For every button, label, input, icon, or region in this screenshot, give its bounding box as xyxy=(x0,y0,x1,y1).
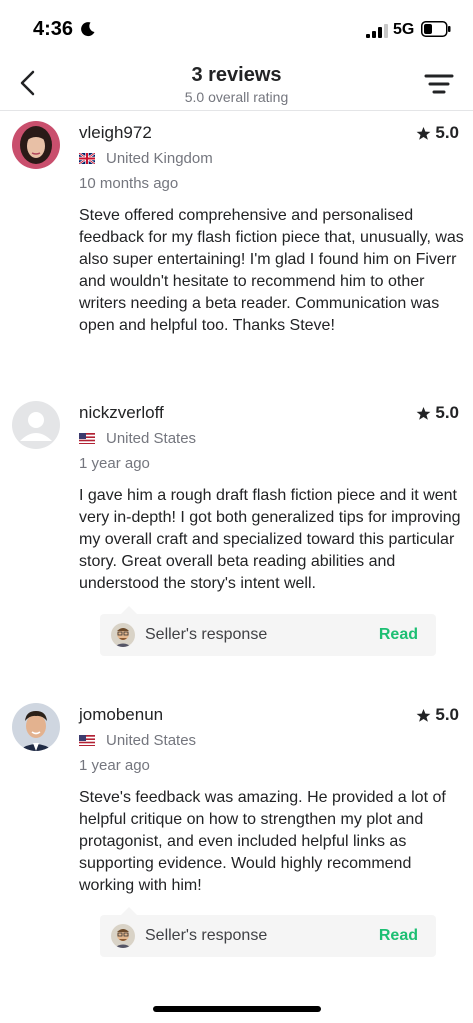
review-time: 1 year ago xyxy=(79,757,150,774)
review-text: I gave him a rough draft flash fiction p… xyxy=(79,487,461,592)
review-rating: 5.0 xyxy=(416,403,459,423)
seller-avatar xyxy=(111,924,135,948)
uk-flag-icon xyxy=(79,153,95,164)
rating-value: 5.0 xyxy=(435,705,459,724)
seller-response-button[interactable]: Seller's response Read xyxy=(100,606,436,656)
network-type: 5G xyxy=(393,21,415,38)
star-icon xyxy=(416,708,431,722)
review-country: United States xyxy=(79,430,196,447)
review-country: United Kingdom xyxy=(79,150,213,167)
avatar[interactable] xyxy=(12,703,60,751)
review-username[interactable]: nickzverloff xyxy=(79,403,164,423)
review-country: United States xyxy=(79,732,196,749)
us-flag-icon xyxy=(79,433,95,444)
rating-value: 5.0 xyxy=(435,403,459,422)
avatar[interactable] xyxy=(12,401,60,449)
review-time: 10 months ago xyxy=(79,175,179,192)
country-name: United States xyxy=(106,732,197,749)
review-text: Steve offered comprehensive and personal… xyxy=(79,207,464,334)
status-time: 4:36 xyxy=(33,18,74,40)
seller-response-label: Seller's response xyxy=(145,626,268,643)
page-title: 3 reviews xyxy=(191,64,282,86)
header: 3 reviews 5.0 overall rating xyxy=(0,58,473,111)
avatar[interactable] xyxy=(12,121,60,169)
moon-icon xyxy=(81,22,95,37)
battery-icon xyxy=(421,21,451,37)
review-rating: 5.0 xyxy=(416,123,459,143)
filter-icon[interactable] xyxy=(424,70,454,98)
signal-bars-icon xyxy=(366,24,388,38)
status-bar: 4:36 5G xyxy=(0,0,473,58)
read-link[interactable]: Read xyxy=(379,626,418,644)
review-rating: 5.0 xyxy=(416,705,459,725)
seller-response-label: Seller's response xyxy=(145,927,268,944)
review-text: Steve's feedback was amazing. He provide… xyxy=(79,789,446,894)
rating-value: 5.0 xyxy=(435,123,459,142)
home-indicator[interactable] xyxy=(153,1006,321,1012)
overall-rating-subtitle: 5.0 overall rating xyxy=(184,89,289,105)
read-link[interactable]: Read xyxy=(379,927,418,945)
us-flag-icon xyxy=(79,735,95,746)
seller-avatar xyxy=(111,623,135,647)
country-name: United Kingdom xyxy=(106,150,213,167)
star-icon xyxy=(416,406,431,420)
review-username[interactable]: jomobenun xyxy=(79,705,163,725)
seller-response-button[interactable]: Seller's response Read xyxy=(100,907,436,957)
star-icon xyxy=(416,126,431,140)
review-username[interactable]: vleigh972 xyxy=(79,123,152,143)
country-name: United States xyxy=(106,430,197,447)
review-time: 1 year ago xyxy=(79,455,150,472)
